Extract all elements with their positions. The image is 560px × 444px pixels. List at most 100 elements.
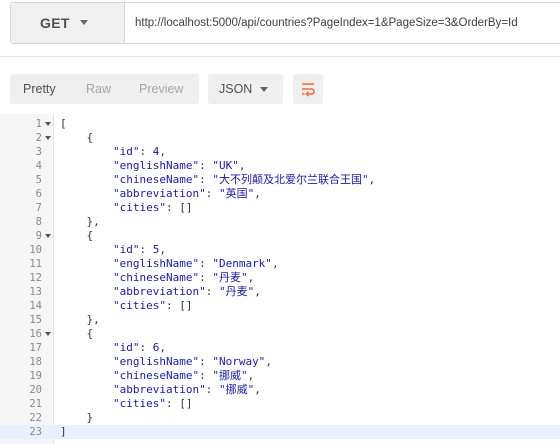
json-punctuation: , [271,257,279,270]
code-line: 12 "chineseName": "丹麦", [0,271,560,285]
code-line: 14 "cities": [] [0,299,560,313]
method-label: GET [40,15,70,31]
code-line: 2 { [0,131,560,145]
code-line: 10 "id": 5, [0,243,560,257]
code-text: "cities": [] [60,299,192,313]
method-select[interactable]: GET [11,3,125,43]
code-line: 22 } [0,411,560,425]
json-punctuation [60,257,113,270]
json-punctuation: : [199,355,213,368]
json-key: "englishName" [112,355,200,368]
divider [0,56,560,57]
response-body-viewer[interactable]: 1[2 {3 "id": 4, 4 "englishName": "UK", 5 "… [0,114,560,444]
json-punctuation: , [254,285,261,298]
fold-toggle-icon[interactable] [45,332,51,336]
code-line: 18 "englishName": "Norway", [0,355,560,369]
json-punctuation: , [247,369,255,382]
json-punctuation: }, [60,215,100,228]
json-key: "id" [112,145,140,158]
json-punctuation: , [368,173,376,186]
json-punctuation: , [247,271,255,284]
json-punctuation: : [205,383,219,396]
json-punctuation: : [199,159,213,172]
json-string: "UK" [212,159,239,172]
json-punctuation [60,383,113,396]
line-number: 3 [35,146,42,158]
code-text: "cities": [] [60,397,192,411]
json-key: "chineseName" [112,173,200,186]
code-text: { [60,131,93,145]
code-text: } [60,411,93,425]
json-string: "丹麦" [218,285,255,298]
code-text: "abbreviation": "丹麦", [60,285,261,299]
json-punctuation [60,173,113,186]
line-number: 1 [35,118,42,130]
json-punctuation: : [] [165,201,193,214]
code-text: "cities": [] [60,201,192,215]
code-text: }, [60,215,100,229]
json-key: "englishName" [112,159,200,172]
code-line: 19 "chineseName": "挪威", [0,369,560,383]
line-number: 15 [29,314,42,326]
line-number: 2 [35,132,42,144]
code-line: 16 { [0,327,560,341]
request-bar: GET [10,2,560,44]
line-number: 9 [35,230,42,242]
json-punctuation: : [205,285,219,298]
code-text: "englishName": "Denmark", [60,257,279,271]
json-punctuation: : [] [165,299,193,312]
code-line: 9 { [0,229,560,243]
tab-preview[interactable]: Preview [139,74,183,104]
tab-pretty[interactable]: Pretty [23,74,56,104]
code-line: 17 "id": 6, [0,341,560,355]
json-punctuation [60,397,113,410]
json-string: "丹麦" [212,271,248,284]
line-number: 7 [35,202,42,214]
tab-raw[interactable]: Raw [86,74,111,104]
url-input[interactable] [135,3,560,43]
code-text: "chineseName": "丹麦", [60,271,254,285]
json-punctuation: { [60,327,94,340]
code-text: "chineseName": "挪威", [60,369,254,383]
json-punctuation [60,369,113,382]
code-line: 21 "cities": [] [0,397,560,411]
code-line: 11 "englishName": "Denmark", [0,257,560,271]
line-number: 23 [29,426,42,438]
json-punctuation [60,243,113,256]
code-line: 3 "id": 4, [0,145,560,159]
json-punctuation: , [265,355,272,368]
line-number: 21 [29,398,42,410]
json-punctuation: } [60,411,94,424]
fold-toggle-icon[interactable] [45,136,51,140]
line-number: 6 [35,188,42,200]
json-punctuation: , [159,243,166,256]
code-line: 23] [0,425,560,439]
line-number: 5 [35,174,42,186]
code-text: { [60,229,93,243]
wrap-lines-button[interactable] [293,74,323,104]
response-view-tabs: Pretty Raw Preview [10,74,199,104]
json-punctuation: ] [60,425,67,438]
code-text: "chineseName": "大不列颠及北爱尔兰联合王国", [60,173,375,187]
chevron-down-icon [260,87,268,92]
json-key: "id" [112,341,140,354]
json-key: "abbreviation" [112,285,206,298]
json-key: "id" [112,243,140,256]
json-key: "cities" [112,299,166,312]
json-key: "englishName" [112,257,200,270]
code-line: 13 "abbreviation": "丹麦", [0,285,560,299]
fold-toggle-icon[interactable] [45,122,51,126]
json-punctuation: { [60,131,94,144]
fold-toggle-icon[interactable] [45,234,51,238]
json-punctuation: : [205,187,219,200]
json-punctuation: , [254,187,261,200]
json-key: "abbreviation" [112,187,206,200]
line-number: 18 [29,356,42,368]
code-text: }, [60,313,99,327]
format-select[interactable]: JSON [208,74,283,104]
line-number: 17 [29,342,42,354]
json-key: "abbreviation" [112,383,206,396]
json-string: "大不列颠及北爱尔兰联合王国" [212,173,369,186]
code-text: "abbreviation": "挪威", [60,383,261,397]
json-punctuation [60,355,113,368]
